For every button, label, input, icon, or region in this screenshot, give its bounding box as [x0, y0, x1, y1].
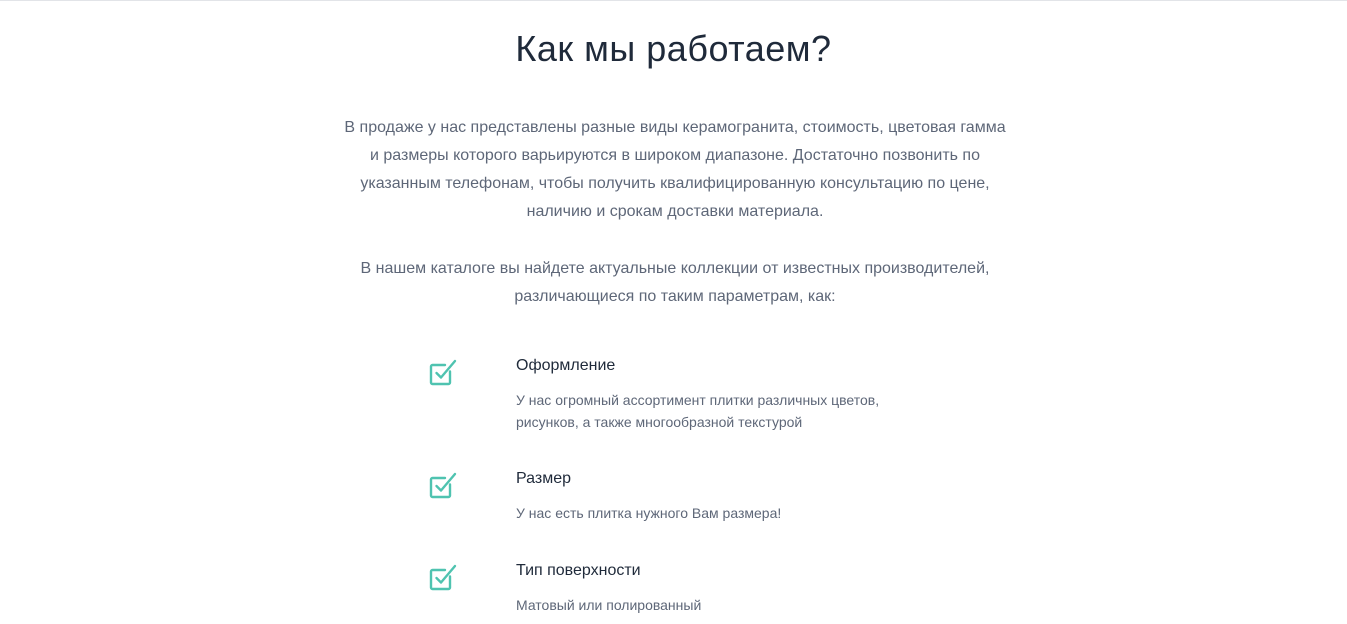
feature-item-surface-type: Тип поверхности Матовый или полированный — [428, 556, 948, 616]
checkbox-checked-icon — [429, 564, 457, 591]
feature-description: У нас огромный ассортимент плитки различ… — [516, 392, 880, 430]
feature-description: У нас есть плитка нужного Вам размера! — [516, 505, 782, 521]
feature-title: Размер — [516, 470, 571, 487]
checkbox-checked-icon — [429, 359, 457, 386]
checkbox-checked-icon — [429, 472, 457, 499]
feature-item-design: Оформление У нас огромный ассортимент пл… — [428, 351, 948, 464]
feature-title: Оформление — [516, 357, 616, 374]
feature-list: Оформление У нас огромный ассортимент пл… — [428, 351, 948, 616]
intro-paragraph-1: В продаже у нас представлены разные виды… — [344, 119, 1006, 220]
section-title: Как мы работаем? — [515, 28, 832, 69]
feature-title: Тип поверхности — [516, 562, 641, 579]
intro-paragraph-2: В нашем каталоге вы найдете актуальные к… — [360, 260, 990, 305]
feature-description: Матовый или полированный — [516, 597, 702, 613]
feature-item-size: Размер У нас есть плитка нужного Вам раз… — [428, 464, 948, 556]
how-we-work-section: Как мы работаем? В продаже у нас предста… — [0, 0, 1347, 624]
